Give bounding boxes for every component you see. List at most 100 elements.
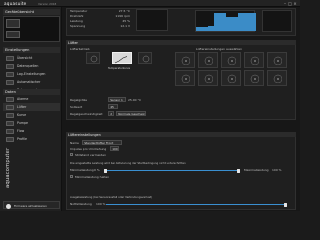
fan-icon <box>204 74 214 84</box>
sidebar-item-auto-export[interactable]: Automatischer Datenexport <box>3 78 60 92</box>
fan-preset-grid <box>175 52 291 92</box>
history-bar <box>202 27 208 31</box>
sidebar-item-datasources[interactable]: Datenquellen <box>3 62 60 70</box>
emergency-label: Notfallleistung <box>70 202 92 206</box>
device-icon <box>6 19 20 28</box>
setpoint-input[interactable]: 45 <box>108 104 118 109</box>
sidebar-item-curve[interactable]: Kurve <box>3 111 60 119</box>
sidebar-item-log-settings[interactable]: Log-Einstellungen <box>3 70 60 78</box>
fan-icon <box>181 56 191 66</box>
firmware-update-button[interactable]: Firmware aktualisieren <box>3 201 60 209</box>
alarm-icon <box>6 96 14 102</box>
export-icon <box>6 79 14 85</box>
history-bar <box>196 27 202 31</box>
power-slider-track[interactable] <box>104 170 240 172</box>
fan-mode-caption: Temperaturkurve <box>108 67 131 70</box>
max-label: Maximalleistung <box>244 168 269 172</box>
speed-input[interactable]: 2 <box>108 111 114 116</box>
fan-icon <box>181 74 191 84</box>
sidebar-section-settings[interactable]: Einstellungen <box>3 47 60 53</box>
fan-preset-tile[interactable] <box>198 70 218 86</box>
sidebar-section-data[interactable]: Daten <box>3 89 60 95</box>
history-bar <box>214 13 220 31</box>
source-value: 25.00 °C <box>128 98 142 102</box>
min-slider-handle[interactable] <box>104 168 107 173</box>
name-label: Name <box>70 141 79 145</box>
fan-icon <box>90 55 98 63</box>
min-value: 0 % <box>94 168 100 172</box>
maximize-icon[interactable]: □ <box>288 1 292 6</box>
minimize-icon[interactable]: – <box>283 1 287 6</box>
app-version: Version 2018 <box>38 1 57 6</box>
fan-preset-tile[interactable] <box>244 70 264 86</box>
source-select[interactable]: Sensor 1 <box>108 97 126 102</box>
sidebar-section-devices[interactable]: Geräteübersicht <box>3 9 60 15</box>
boost-check-label: Minimalleistung halten <box>75 175 110 179</box>
sidebar-item-fan[interactable]: Lüfter <box>3 103 60 111</box>
sidebar-item-pump[interactable]: Pumpe <box>3 119 60 127</box>
sidebar-item-alarms[interactable]: Alarme <box>3 95 60 103</box>
name-input[interactable]: Standardlüfter Front <box>82 140 122 145</box>
max-value: 100 % <box>272 168 282 172</box>
fan-icon <box>227 74 237 84</box>
sensor-table: Temperatur 27.5 °C Drehzahl 1196 rpm Leist… <box>70 9 130 29</box>
device-icon <box>6 31 20 38</box>
fan-mode-tile[interactable] <box>138 52 152 64</box>
emergency-slider-track[interactable] <box>106 204 286 206</box>
update-icon <box>6 203 11 209</box>
close-icon[interactable]: × <box>293 1 297 6</box>
datasource-icon <box>6 63 14 69</box>
fan-preset-tile[interactable] <box>198 52 218 68</box>
sidebar-item-profiles[interactable]: Profile <box>3 135 60 143</box>
overview-icon <box>6 55 14 61</box>
fan-preset-tile[interactable] <box>267 52 287 68</box>
history-bar <box>238 13 244 31</box>
fan-icon <box>227 56 237 66</box>
fan-settings-label: Lüftereinstellungen auswählen <box>196 47 243 51</box>
fan-icon <box>204 56 214 66</box>
sidebar-item-flow[interactable]: Flow <box>3 127 60 135</box>
pulse-label: Impulse pro Umdrehung <box>70 147 107 151</box>
emergency-value: 100 % <box>96 202 106 206</box>
brand-vertical-label: aquacomputer <box>5 147 11 188</box>
boost-checkbox[interactable] <box>70 175 73 178</box>
fan-mode-tile-selected[interactable] <box>112 52 132 64</box>
profile-icon <box>6 136 14 142</box>
settings-description: Die eingestellte Leistung wird bei Aktiv… <box>70 161 186 165</box>
pulse-input[interactable]: 100 <box>110 146 119 151</box>
pump-icon <box>6 120 14 126</box>
history-bar <box>232 17 238 31</box>
curve-icon <box>6 112 14 118</box>
fan-preset-tile[interactable] <box>244 52 264 68</box>
history-bar <box>220 13 226 31</box>
fan-icon <box>250 74 260 84</box>
table-row: Spannung 12.1 V <box>70 24 130 28</box>
history-legend <box>262 10 292 32</box>
curve-icon <box>114 54 132 64</box>
history-bar <box>226 17 232 31</box>
min-label: Minimalleistung <box>70 168 94 172</box>
input-label: Regelgröße <box>70 98 88 102</box>
fan-preset-tile[interactable] <box>221 70 241 86</box>
hold-checkbox[interactable] <box>70 153 73 156</box>
speed-select[interactable]: Normale Geschwindigkeit <box>116 111 146 116</box>
emergency-description: Ausgabeleistung (bei Sensorausfall oder … <box>70 195 153 199</box>
fan-icon <box>273 56 283 66</box>
log-icon <box>6 71 14 77</box>
sensor-mini-table <box>136 9 168 31</box>
fan-preset-tile[interactable] <box>175 52 195 68</box>
fan-mode-tile[interactable] <box>86 52 100 64</box>
fan-preset-tile[interactable] <box>175 70 195 86</box>
emergency-slider-handle[interactable] <box>284 202 287 207</box>
fan-settings-header: Lüftereinstellungen <box>66 132 296 137</box>
fan-panel-header: Lüfter <box>66 40 296 45</box>
sidebar-item-overview[interactable]: Übersicht <box>3 54 60 62</box>
history-bar <box>250 13 256 31</box>
max-slider-handle[interactable] <box>237 168 240 173</box>
history-bar <box>208 26 214 31</box>
fan-icon <box>6 104 14 110</box>
fan-preset-tile[interactable] <box>221 52 241 68</box>
fan-preset-tile[interactable] <box>267 70 287 86</box>
fan-icon <box>142 55 150 63</box>
flow-icon <box>6 128 14 134</box>
